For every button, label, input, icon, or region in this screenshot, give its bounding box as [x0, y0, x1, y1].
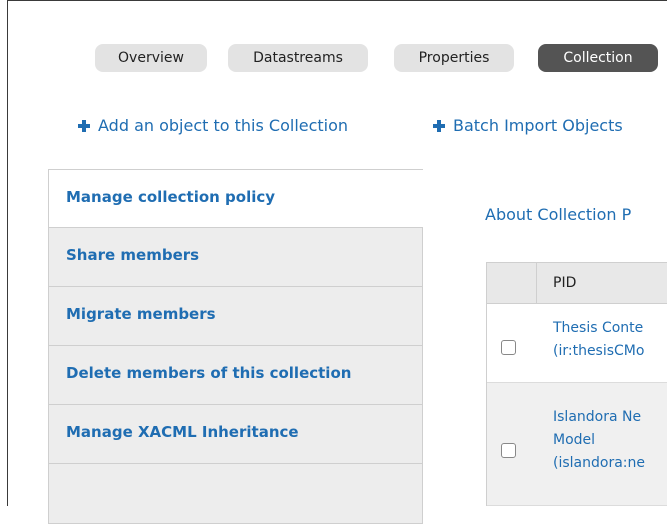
- nav-label: Share members: [66, 246, 200, 264]
- tab-overview[interactable]: Overview: [95, 44, 207, 72]
- nav-label: Manage collection policy: [66, 188, 276, 206]
- nav-share-members[interactable]: Share members: [48, 228, 423, 287]
- nav-label: Delete members of this collection: [66, 364, 352, 382]
- pid-line: Islandora Ne: [553, 409, 642, 425]
- collection-management-nav: Manage collection policy Share members M…: [48, 169, 423, 524]
- tab-properties[interactable]: Properties: [394, 44, 514, 72]
- table-row: Thesis Conte (ir:thesisCMo: [487, 304, 667, 383]
- batch-import-link[interactable]: Batch Import Objects: [433, 116, 623, 135]
- row-checkbox[interactable]: [501, 340, 516, 355]
- about-collection-heading[interactable]: About Collection P: [485, 205, 631, 224]
- table-header: PID: [487, 262, 667, 305]
- nav-label: [66, 464, 422, 482]
- pid-line: Thesis Conte: [553, 320, 644, 336]
- nav-empty-item: [48, 464, 423, 524]
- add-object-link[interactable]: Add an object to this Collection: [78, 116, 348, 135]
- pid-line: Model: [553, 432, 596, 448]
- table-row: Islandora Ne Model (islandora:ne: [487, 383, 667, 506]
- nav-delete-members[interactable]: Delete members of this collection: [48, 346, 423, 405]
- pid-line: (islandora:ne: [553, 455, 645, 471]
- nav-label: Manage XACML Inheritance: [66, 423, 299, 441]
- tab-collection[interactable]: Collection: [538, 44, 658, 72]
- frame-border-top: [7, 0, 667, 1]
- column-header-pid[interactable]: PID: [553, 275, 576, 291]
- row-pid-link[interactable]: Thesis Conte (ir:thesisCMo: [553, 317, 644, 363]
- plus-icon: [78, 120, 90, 132]
- add-object-label: Add an object to this Collection: [98, 116, 349, 135]
- nav-manage-collection-policy[interactable]: Manage collection policy: [48, 169, 423, 228]
- frame-border-left: [7, 0, 8, 506]
- tab-datastreams[interactable]: Datastreams: [228, 44, 368, 72]
- members-table: PID Thesis Conte (ir:thesisCMo Islandora…: [486, 262, 667, 506]
- pid-line: (ir:thesisCMo: [553, 343, 645, 359]
- row-pid-link[interactable]: Islandora Ne Model (islandora:ne: [553, 406, 645, 475]
- row-checkbox[interactable]: [501, 443, 516, 458]
- nav-migrate-members[interactable]: Migrate members: [48, 287, 423, 346]
- header-separator: [536, 263, 537, 305]
- plus-icon: [433, 120, 445, 132]
- nav-manage-xacml-inheritance[interactable]: Manage XACML Inheritance: [48, 405, 423, 464]
- nav-label: Migrate members: [66, 305, 216, 323]
- batch-import-label: Batch Import Objects: [453, 116, 623, 135]
